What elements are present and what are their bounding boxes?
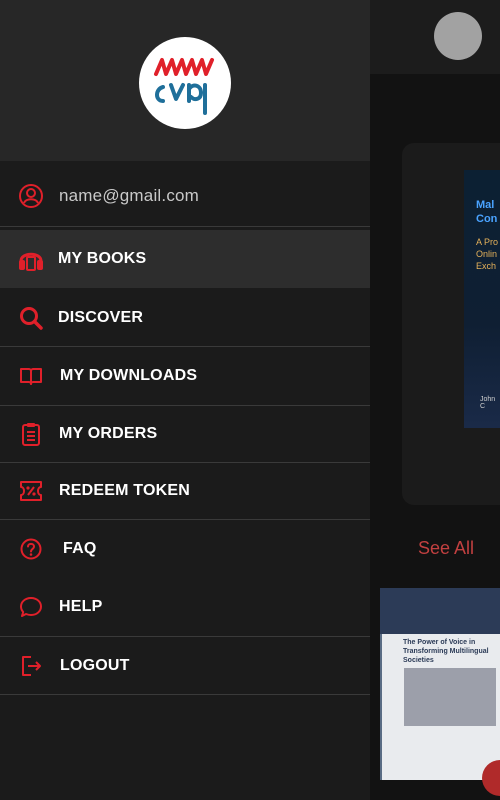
menu-label: HELP: [59, 598, 103, 615]
menu-item-my-books[interactable]: MY BOOKS: [0, 230, 370, 288]
cup-logo: [139, 37, 231, 129]
menu-label: LOGOUT: [60, 656, 130, 674]
menu-item-redeem-token[interactable]: REDEEM TOKEN: [0, 463, 370, 519]
question-circle-icon: [18, 536, 44, 562]
profile-avatar[interactable]: [434, 12, 482, 60]
menu-label: DISCOVER: [58, 309, 144, 326]
menu-label: MY ORDERS: [59, 425, 158, 442]
headset-icon: [16, 244, 46, 274]
divider: [0, 694, 370, 695]
menu-item-help[interactable]: HELP: [0, 578, 370, 636]
menu-label: FAQ: [63, 539, 97, 557]
chat-bubble-icon: [18, 594, 44, 620]
menu-item-discover[interactable]: DISCOVER: [0, 290, 370, 346]
menu-item-my-orders[interactable]: MY ORDERS: [0, 406, 370, 462]
menu-item-logout[interactable]: LOGOUT: [0, 637, 370, 694]
navigation-drawer: name@gmail.com MY BOOKS DISCOVER MY DOWN…: [0, 0, 370, 800]
menu-label: REDEEM TOKEN: [59, 482, 191, 499]
menu-label: MY BOOKS: [58, 250, 147, 267]
clipboard-icon: [18, 421, 44, 447]
menu-label: MY DOWNLOADS: [60, 367, 198, 384]
book-cover-photo: [404, 668, 496, 726]
user-account-row[interactable]: name@gmail.com: [0, 168, 370, 224]
search-icon: [18, 305, 44, 331]
book-cover-title: The Power of Voice in Transforming Multi…: [403, 639, 489, 664]
discount-ticket-icon: [18, 478, 44, 504]
see-all-link[interactable]: See All: [418, 538, 474, 559]
drawer-header: [0, 0, 370, 161]
book-open-icon: [18, 363, 44, 389]
featured-book-author: John C: [480, 396, 496, 410]
featured-book-subtitle: A Pro Onlin Exch: [476, 237, 499, 271]
user-circle-icon: [18, 183, 44, 209]
divider: [0, 226, 370, 227]
logout-icon: [18, 653, 44, 679]
menu-item-faq[interactable]: FAQ: [0, 520, 370, 577]
book-cover-header: [380, 588, 500, 634]
menu-item-my-downloads[interactable]: MY DOWNLOADS: [0, 347, 370, 405]
featured-book-title: Mal Con: [476, 199, 498, 225]
user-email: name@gmail.com: [59, 186, 200, 205]
